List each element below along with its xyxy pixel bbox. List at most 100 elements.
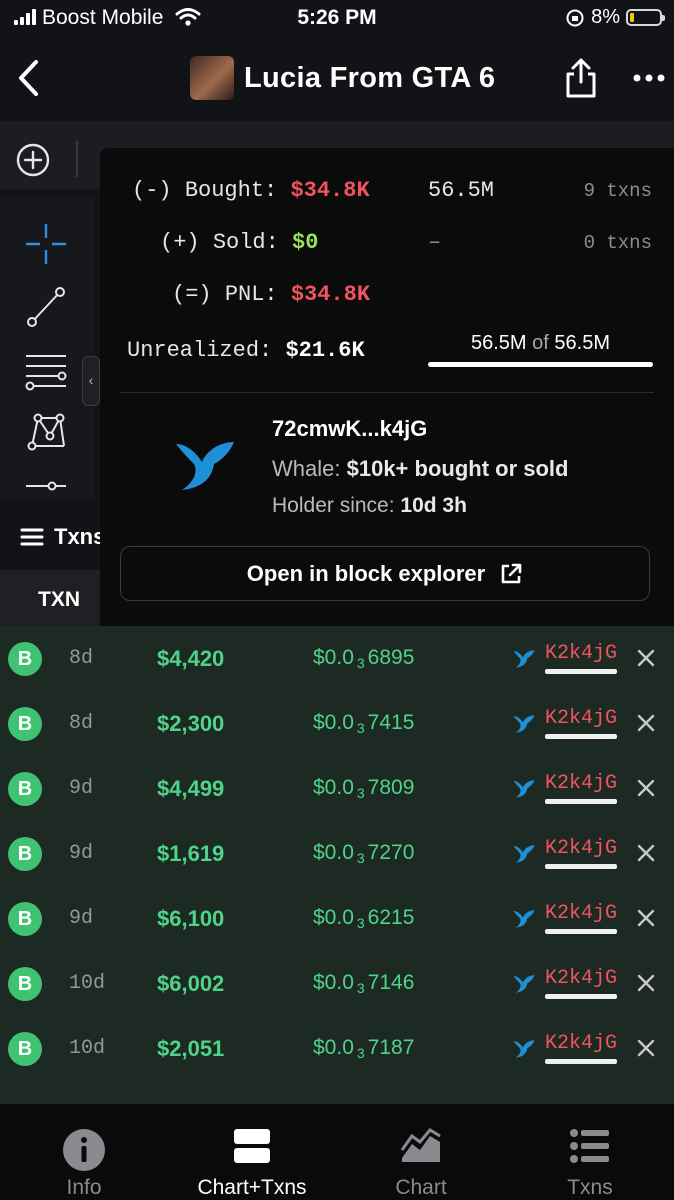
whale-icon	[512, 843, 536, 870]
pnl-prefix: (=)	[172, 282, 212, 307]
external-link-icon	[501, 563, 522, 583]
whale-icon	[512, 778, 536, 805]
price-zero-count: 3	[356, 720, 365, 736]
txns-tab-bar: Txns	[0, 500, 105, 570]
txn-row[interactable]: B 10d $6,002 $0.0 3 7146 K2k4jG	[0, 951, 674, 1016]
close-icon[interactable]	[636, 1038, 656, 1063]
status-bar: Boost Mobile 5:26 PM 8%	[0, 0, 674, 38]
buy-badge: B	[8, 642, 42, 676]
bought-row: (-) Bought: $34.8K	[132, 178, 370, 203]
whale-icon	[512, 648, 536, 675]
transactions-list: B 8d $4,420 $0.0 3 6895 K2k4jG B 8d $2,300 $0.0 3 74…	[0, 626, 674, 1104]
nav-info-label: Info	[66, 1176, 102, 1199]
txn-row[interactable]: B 10d $2,051 $0.0 3 7187 K2k4jG	[0, 1016, 674, 1081]
toolbar-divider	[76, 141, 78, 177]
pattern-tool-icon[interactable]	[22, 408, 70, 456]
close-icon[interactable]	[636, 713, 656, 738]
open-block-explorer-button[interactable]: Open in block explorer	[120, 546, 650, 601]
txn-age: 8d	[69, 712, 94, 735]
buy-badge: B	[8, 902, 42, 936]
popup-divider	[120, 392, 654, 393]
maker-address[interactable]: K2k4jG	[545, 707, 618, 739]
maker-address[interactable]: K2k4jG	[545, 902, 618, 934]
buy-badge: B	[8, 1032, 42, 1066]
chart-txns-icon	[234, 1129, 270, 1163]
txn-row[interactable]: B 9d $1,619 $0.0 3 7270 K2k4jG	[0, 821, 674, 886]
whale-tier: Whale: $10k+ bought or sold	[272, 456, 568, 482]
close-icon[interactable]	[636, 648, 656, 673]
list-icon	[20, 528, 44, 546]
price-zero-count: 3	[356, 785, 365, 801]
txn-row[interactable]: B 8d $4,420 $0.0 3 6895 K2k4jG	[0, 626, 674, 691]
held-amount: 56.5M	[471, 332, 527, 354]
maker-address[interactable]: K2k4jG	[545, 837, 618, 869]
txns-tab-label[interactable]: Txns	[54, 524, 105, 550]
price-zero-count: 3	[356, 850, 365, 866]
txn-column-label[interactable]: TXN	[38, 588, 80, 612]
close-icon[interactable]	[636, 908, 656, 933]
price-prefix: $0.0	[313, 776, 354, 799]
price-prefix: $0.0	[313, 711, 354, 734]
battery-info: 8%	[565, 6, 665, 29]
maker-address[interactable]: K2k4jG	[545, 1032, 618, 1064]
maker-address[interactable]: K2k4jG	[545, 642, 618, 674]
back-chevron-icon[interactable]	[14, 56, 44, 100]
nav-info[interactable]: Info	[0, 1104, 168, 1200]
txn-row[interactable]: B 9d $4,499 $0.0 3 7809 K2k4jG	[0, 756, 674, 821]
whale-icon	[512, 908, 536, 935]
holder-value: 10d 3h	[400, 494, 467, 517]
holder-since: Holder since: 10d 3h	[272, 494, 467, 518]
battery-icon	[626, 9, 665, 26]
price-prefix: $0.0	[313, 971, 354, 994]
txn-age: 9d	[69, 907, 94, 930]
nav-txns[interactable]: Txns	[506, 1104, 674, 1200]
txn-row[interactable]: B 8d $2,300 $0.0 3 7415 K2k4jG	[0, 691, 674, 756]
txn-price: $0.0 3 6895	[313, 646, 414, 671]
txn-amount: $6,002	[157, 971, 225, 996]
bought-value: $34.8K	[290, 178, 370, 203]
whale-label: Whale:	[272, 456, 341, 481]
bottom-nav: Info Chart+Txns Chart Txns	[0, 1104, 674, 1200]
txn-price: $0.0 3 7187	[313, 1036, 414, 1061]
bought-prefix: (-)	[132, 178, 172, 203]
buy-badge: B	[8, 967, 42, 1001]
price-digits: 6895	[367, 646, 415, 669]
txn-price: $0.0 3 7146	[313, 971, 414, 996]
price-zero-count: 3	[356, 980, 365, 996]
holding-progress-bar	[428, 362, 653, 367]
sold-txns: 0 txns	[583, 232, 652, 254]
txn-amount: $2,300	[157, 711, 225, 736]
fib-levels-icon[interactable]	[22, 346, 70, 394]
txn-row[interactable]: B 9d $6,100 $0.0 3 6215 K2k4jG	[0, 886, 674, 951]
trend-line-icon[interactable]	[22, 282, 70, 330]
more-options-icon[interactable]	[632, 72, 666, 84]
close-icon[interactable]	[636, 973, 656, 998]
txn-age: 8d	[69, 647, 94, 670]
collapse-toolbar-tab[interactable]: ‹	[82, 356, 100, 406]
unrealized-value: $21.6K	[285, 338, 365, 363]
buy-badge: B	[8, 837, 42, 871]
nav-chart-txns[interactable]: Chart+Txns	[168, 1104, 336, 1200]
holding-of: of	[532, 332, 549, 354]
price-prefix: $0.0	[313, 906, 354, 929]
close-icon[interactable]	[636, 778, 656, 803]
txn-amount: $1,619	[157, 841, 225, 866]
info-icon	[63, 1129, 105, 1171]
share-icon[interactable]	[562, 56, 600, 100]
sold-row: (+) Sold: $0	[160, 230, 318, 255]
add-indicator-icon[interactable]	[16, 143, 50, 177]
pnl-row: (=) PNL: $34.8K	[172, 282, 370, 307]
close-icon[interactable]	[636, 843, 656, 868]
trader-popup: (-) Bought: $34.8K 56.5M 9 txns (+) Sold…	[100, 148, 674, 634]
explorer-button-label: Open in block explorer	[246, 560, 486, 586]
price-prefix: $0.0	[313, 646, 354, 669]
wallet-address[interactable]: 72cmwK...k4jG	[272, 416, 427, 442]
measure-tool-icon[interactable]	[22, 472, 70, 500]
maker-address[interactable]: K2k4jG	[545, 967, 618, 999]
nav-chart[interactable]: Chart	[337, 1104, 505, 1200]
price-digits: 7415	[367, 711, 415, 734]
maker-address[interactable]: K2k4jG	[545, 772, 618, 804]
crosshair-icon[interactable]	[22, 220, 70, 268]
txn-amount: $2,051	[157, 1036, 225, 1061]
price-zero-count: 3	[356, 915, 365, 931]
